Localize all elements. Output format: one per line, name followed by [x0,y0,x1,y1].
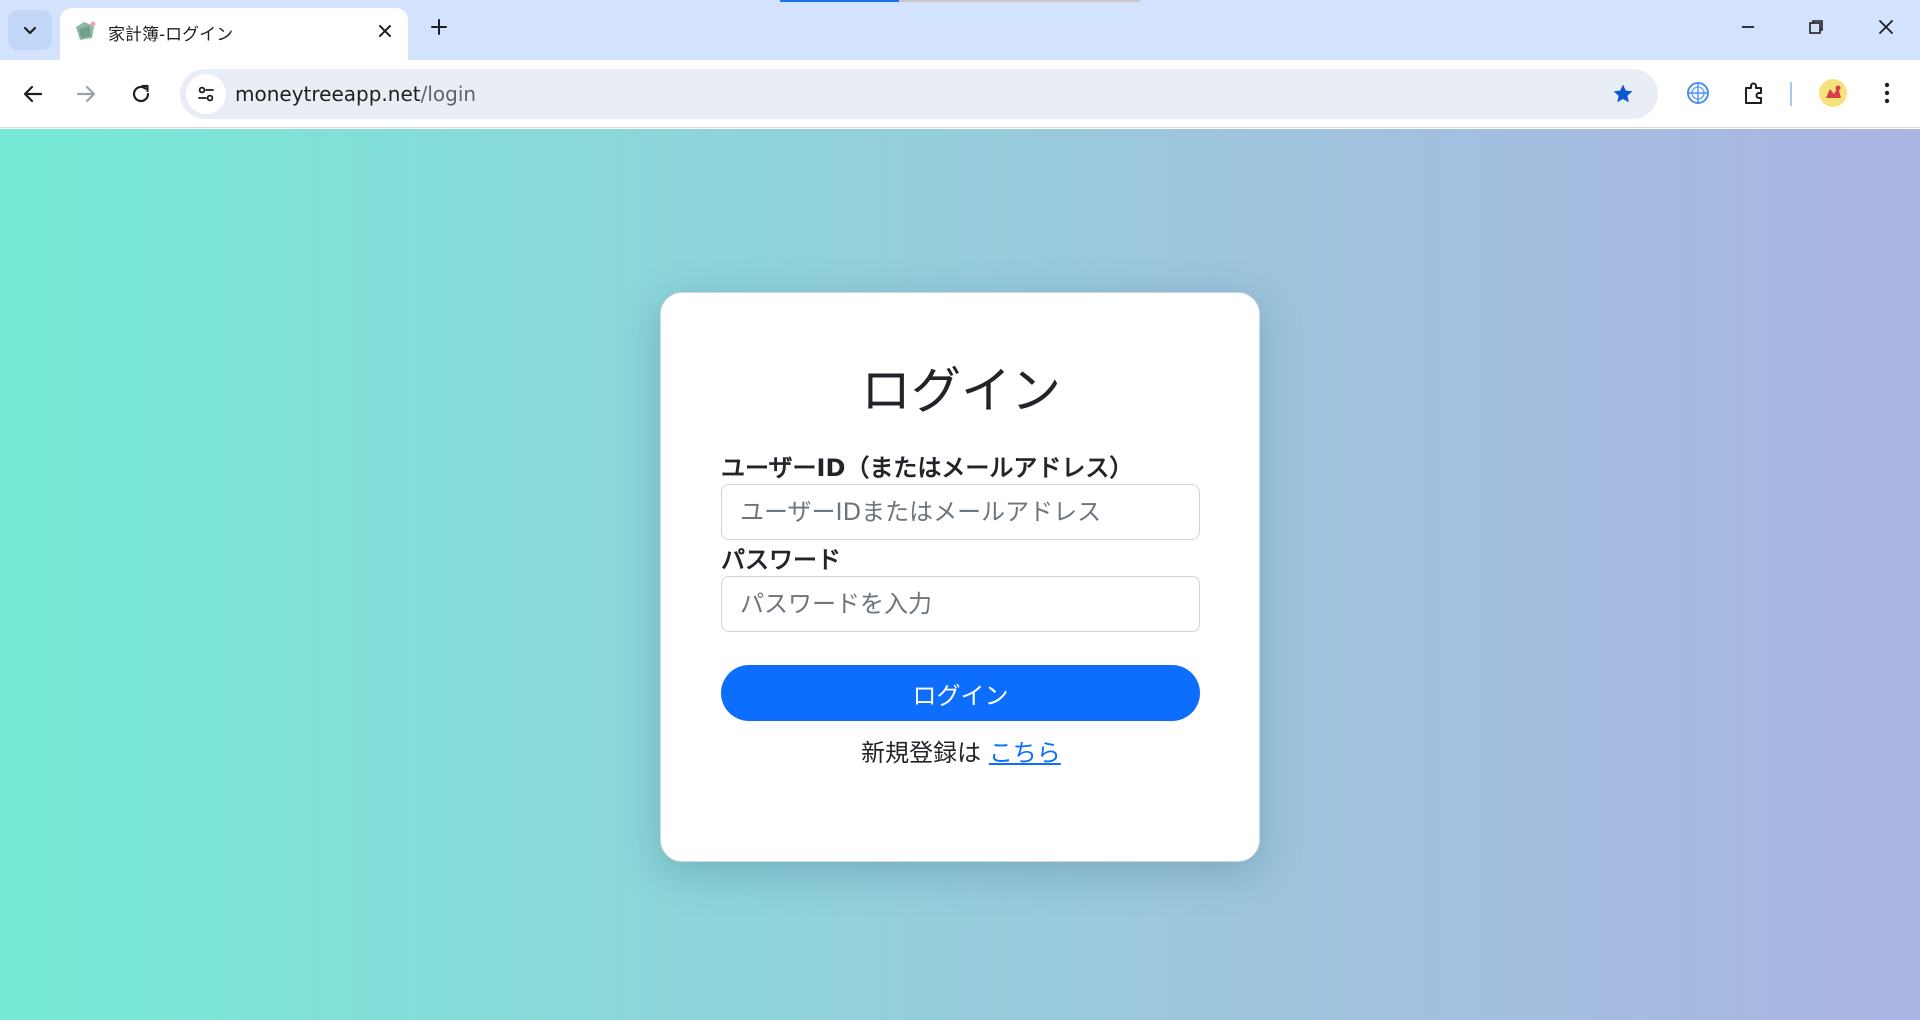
register-line: 新規登録は こちら [661,733,1261,768]
globe-extension-icon [1687,82,1709,104]
reload-icon [132,84,150,103]
browser-tab-active[interactable]: 家計簿-ログイン [60,8,408,60]
restore-icon [1809,20,1823,34]
login-title: ログイン [861,362,1061,420]
toolbar-divider [1790,82,1792,106]
page-loading-bar [780,0,1140,2]
register-link[interactable]: こちら [989,739,1061,767]
plus-icon [431,19,447,35]
profile-avatar-icon [1819,79,1847,107]
extension-globe-button[interactable] [1681,76,1715,110]
address-bar[interactable]: moneytreeapp.net/login [180,69,1658,119]
close-icon [1879,20,1893,34]
register-prefix: 新規登録は [861,739,982,767]
tab-title: 家計簿-ログイン [108,25,234,45]
page-viewport: ログイン ユーザーID（またはメールアドレス） パスワード ログイン 新規登録は… [0,129,1920,1020]
login-card: ログイン ユーザーID（またはメールアドレス） パスワード ログイン 新規登録は… [660,292,1260,862]
arrow-left-icon [23,85,43,103]
url-host: moneytreeapp.net [235,82,421,106]
extensions-button[interactable] [1737,76,1771,110]
page-loading-fill [780,0,899,2]
minimize-window-button[interactable] [1733,12,1763,42]
browser-menu-button[interactable] [1870,76,1904,110]
browser-toolbar: moneytreeapp.net/login [0,60,1920,128]
user-id-label: ユーザーID（またはメールアドレス） [721,454,1134,482]
close-window-button[interactable] [1871,12,1901,42]
tab-search-button[interactable] [8,10,52,50]
password-input[interactable] [721,576,1200,632]
minimize-icon [1742,26,1754,28]
chevron-down-icon [23,26,37,35]
password-label: パスワード [721,546,841,574]
browser-tabstrip: 家計簿-ログイン [0,0,1920,60]
restore-window-button[interactable] [1801,12,1831,42]
close-tab-button[interactable] [374,20,396,42]
site-info-button[interactable] [186,74,226,114]
profile-button[interactable] [1816,76,1850,110]
user-id-input[interactable] [721,484,1200,540]
wallet-favicon [76,21,96,40]
kebab-menu-icon [1884,82,1890,104]
close-icon [379,25,391,37]
reload-button[interactable] [125,78,157,110]
new-tab-button[interactable] [424,12,454,42]
star-icon [1613,84,1633,103]
forward-button[interactable] [70,78,102,110]
puzzle-icon [1745,82,1762,104]
back-button[interactable] [17,78,49,110]
bookmark-button[interactable] [1610,81,1636,107]
login-button[interactable]: ログイン [721,665,1200,721]
url-path: /login [420,82,477,106]
url-text[interactable]: moneytreeapp.net/login [235,82,476,106]
arrow-right-icon [76,85,96,103]
tune-icon [198,86,214,102]
